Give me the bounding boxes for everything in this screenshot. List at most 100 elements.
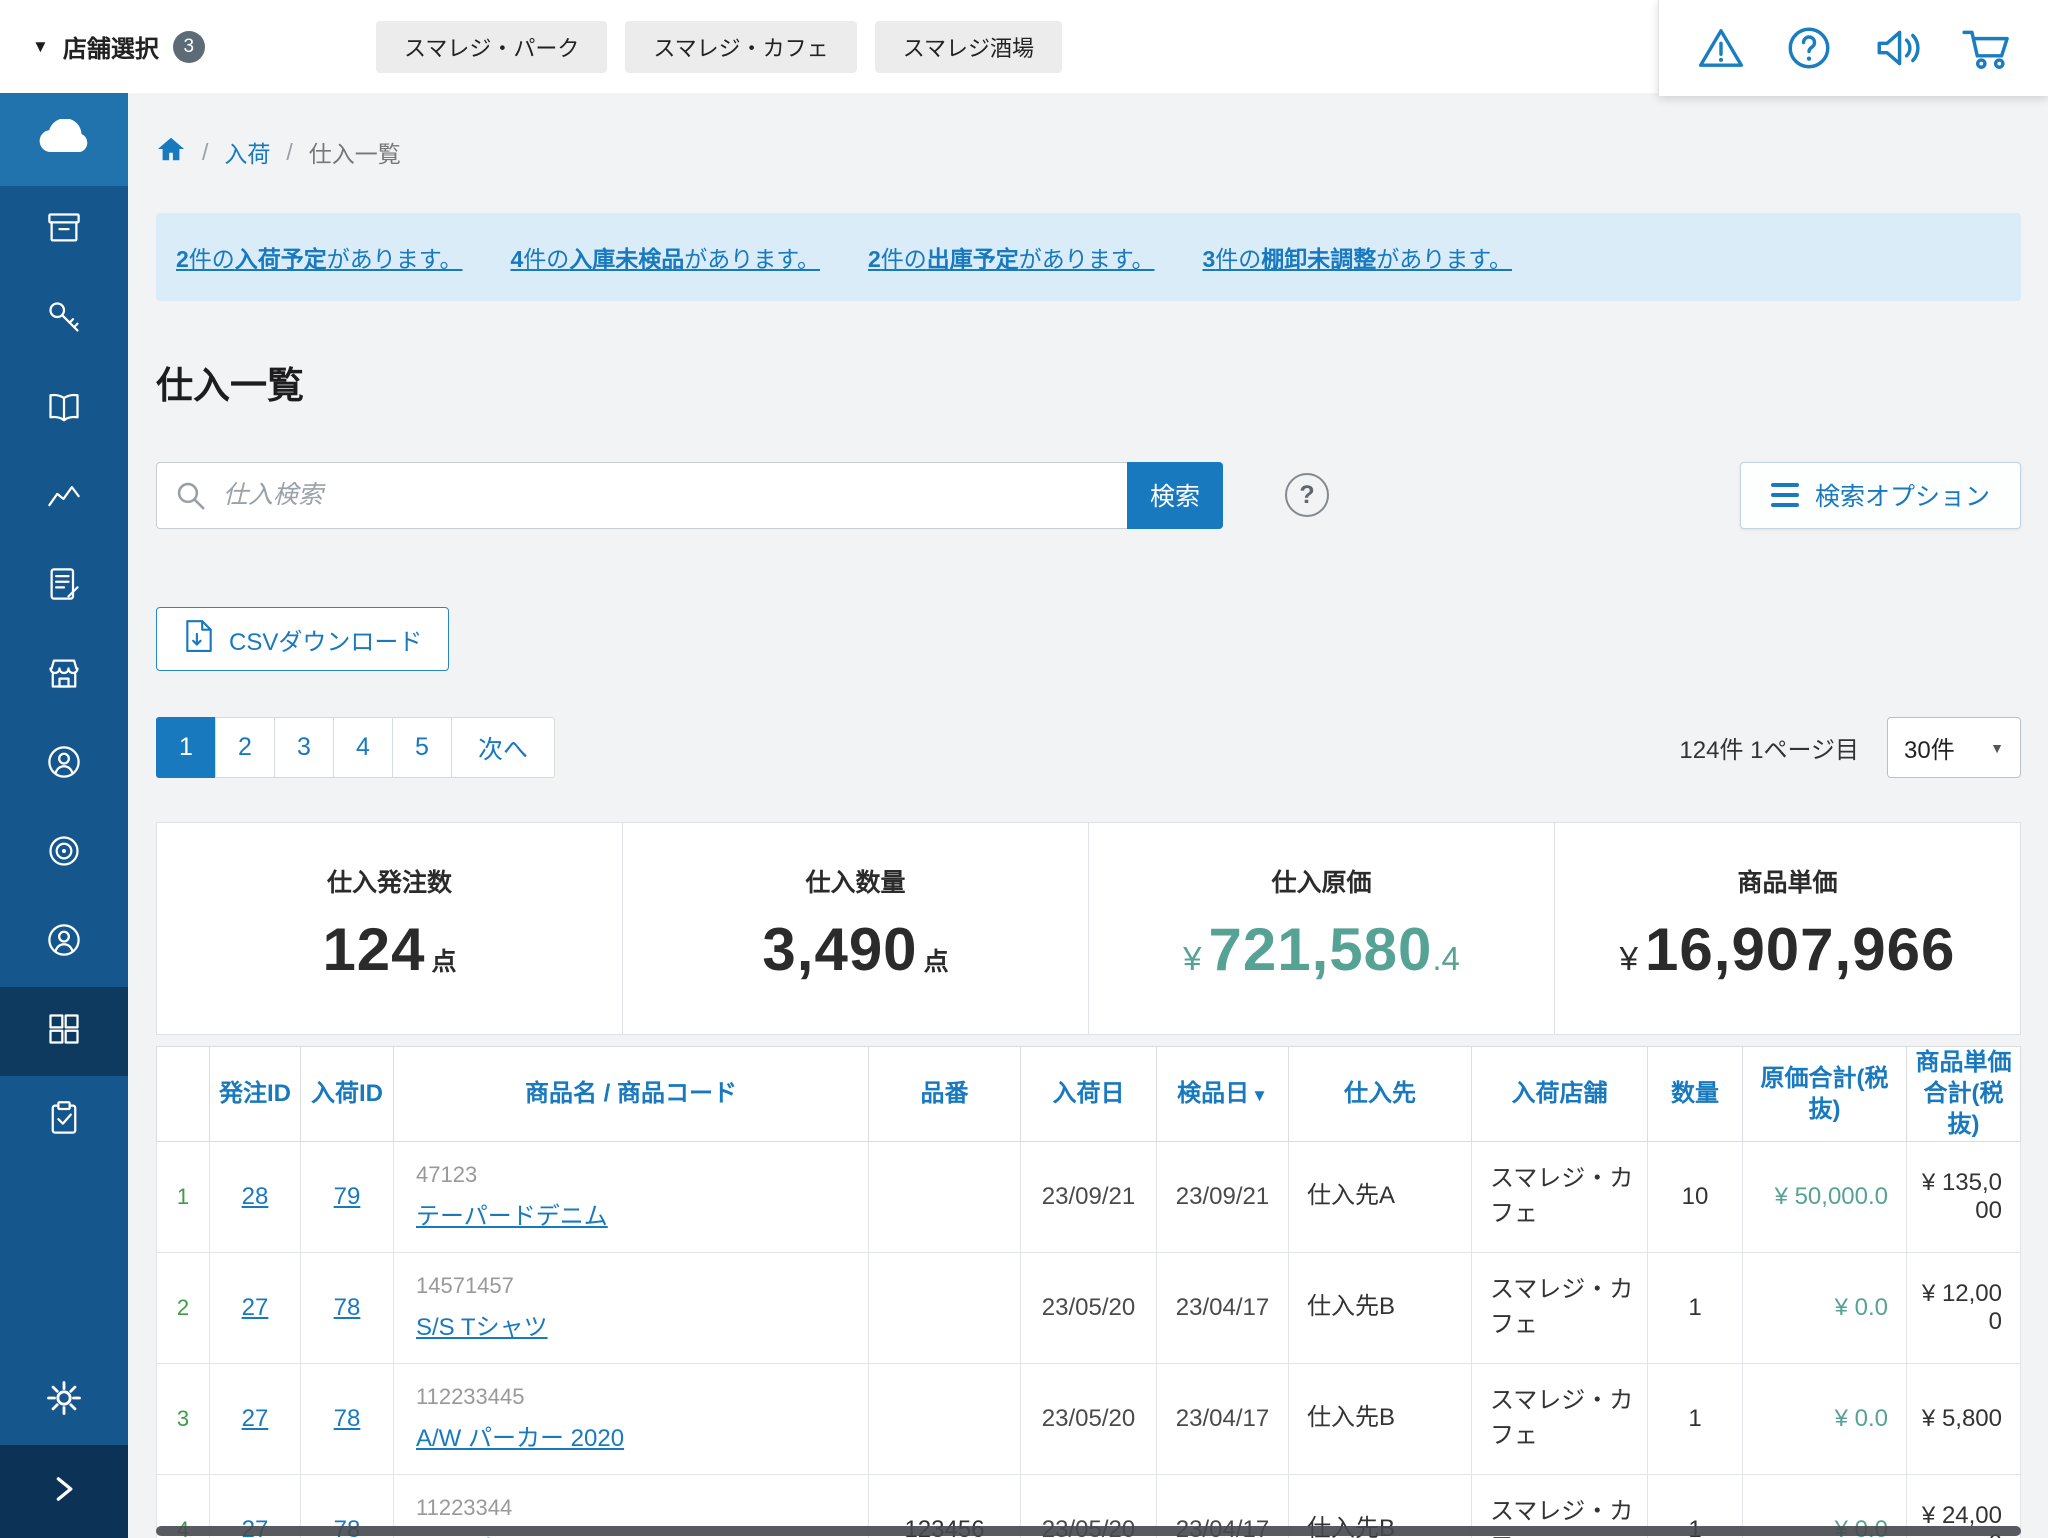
product-name-link[interactable]: A/W パーカー 2020 [416,1425,624,1452]
alert-suffix: があります。 [1376,246,1512,272]
stat-value: 124 [322,915,425,984]
per-page-select[interactable]: 30件 ▼ [1887,717,2021,778]
csv-download-label: CSVダウンロード [229,622,422,657]
breadcrumb-home-link[interactable] [156,135,186,169]
arrival-id-cell: 79 [301,1141,394,1252]
store-select-dropdown[interactable]: ▼ 店舗選択 3 [0,0,330,93]
stat-label: 商品単価 [1737,863,1837,899]
header-inspection-date-label: 検品日 [1177,1080,1249,1107]
search-options-button[interactable]: 検索オプション [1740,462,2021,529]
sidebar-bottom [0,1356,128,1538]
search-input[interactable] [156,462,1127,529]
alert-link-shipping-planned[interactable]: 2件の出庫予定があります。 [868,240,1155,274]
arrival-id-link[interactable]: 79 [334,1183,361,1210]
store-chip[interactable]: スマレジ・カフェ [625,21,856,73]
store-chip[interactable]: スマレジ・パーク [376,21,607,73]
search-submit-button[interactable]: 検索 [1127,462,1223,529]
part-no-cell [869,1141,1021,1252]
order-id-cell: 27 [210,1363,301,1474]
table-row: 1 28 79 47123 テーパードデニム 23/09/21 23/09/21… [157,1141,2021,1252]
sidebar-item-target[interactable] [0,809,128,898]
page-button-4[interactable]: 4 [333,717,393,778]
breadcrumb-link-arrival[interactable]: 入荷 [224,135,270,169]
product-name-link[interactable]: S/S Tシャツ [416,1314,548,1341]
arrival-date-cell: 23/05/20 [1021,1252,1157,1363]
chevron-down-icon: ▼ [1990,740,2004,756]
alert-link-uninspected[interactable]: 4件の入庫未検品があります。 [511,240,821,274]
part-no-cell [869,1363,1021,1474]
inspection-date-cell: 23/04/17 [1157,1252,1289,1363]
breadcrumb: / 入荷 / 仕入一覧 [156,135,2021,169]
sidebar-item-book[interactable] [0,364,128,453]
search-options-label: 検索オプション [1815,477,1990,513]
sidebar-item-analytics[interactable] [0,453,128,542]
alert-icon[interactable] [1694,21,1748,75]
cloud-logo-icon [37,119,91,160]
search-row: 検索 ? 検索オプション [156,461,2021,529]
sidebar-item-staff[interactable] [0,720,128,809]
stat-currency: ¥ [1183,940,1201,978]
cart-icon[interactable] [1959,21,2013,75]
sidebar-item-stocktake[interactable] [0,1076,128,1165]
store-chip[interactable]: スマレジ酒場 [875,21,1062,73]
sidebar-item-store[interactable] [0,631,128,720]
product-code: 11223344 [416,1495,858,1521]
page-button-1[interactable]: 1 [156,717,216,778]
document-icon [46,566,82,607]
topbar: ▼ 店舗選択 3 スマレジ・パーク スマレジ・カフェ スマレジ酒場 [0,0,2048,93]
sidebar-logo[interactable] [0,93,128,186]
line-chart-icon [46,477,82,518]
alert-link-stocktake-unadjusted[interactable]: 3件の棚卸未調整があります。 [1203,240,1513,274]
part-no-cell [869,1252,1021,1363]
alert-suffix: があります。 [327,246,463,272]
table-row: 3 27 78 112233445 A/W パーカー 2020 23/05/20… [157,1363,2021,1474]
file-download-icon [183,619,215,660]
key-icon [46,299,82,340]
arrival-id-link[interactable]: 78 [334,1405,361,1432]
sidebar-item-customers[interactable] [0,898,128,987]
stat-value: 3,490 [762,915,917,984]
row-number: 3 [157,1363,210,1474]
box-icon [46,210,82,251]
arrival-id-cell: 78 [301,1252,394,1363]
alert-unit: 件の [1215,246,1261,272]
purchase-table: 発注ID 入荷ID 商品名 / 商品コード 品番 入荷日 検品日▼ 仕入先 入荷… [156,1046,2021,1538]
stat-unit: 点 [432,942,457,978]
stat-currency: ¥ [1620,940,1638,978]
help-icon[interactable] [1782,21,1836,75]
page-button-3[interactable]: 3 [274,717,334,778]
announcement-icon[interactable] [1871,21,1925,75]
stat-cost: 仕入原価 ¥ 721,580 .4 [1089,823,1555,1034]
supplier-cell: 仕入先A [1289,1141,1472,1252]
order-id-link[interactable]: 27 [242,1405,269,1432]
horizontal-scrollbar[interactable] [156,1526,2021,1536]
product-name-link[interactable]: テーパードデニム [416,1203,608,1230]
arrival-id-link[interactable]: 78 [334,1294,361,1321]
alert-suffix: があります。 [1019,246,1155,272]
order-id-link[interactable]: 28 [242,1183,269,1210]
sidebar-item-orders[interactable] [0,542,128,631]
table-header-row: 発注ID 入荷ID 商品名 / 商品コード 品番 入荷日 検品日▼ 仕入先 入荷… [157,1047,2021,1142]
unit-price-total-cell: ¥ 135,000 [1907,1141,2021,1252]
sidebar-item-key[interactable] [0,275,128,364]
sidebar-item-box[interactable] [0,186,128,275]
alert-suffix: があります。 [684,246,820,272]
csv-download-button[interactable]: CSVダウンロード [156,607,449,671]
page-button-2[interactable]: 2 [215,717,275,778]
alert-unit: 件の [881,246,927,272]
sidebar-item-inventory[interactable] [0,987,128,1076]
page-button-next[interactable]: 次へ [451,717,555,778]
product-code: 112233445 [416,1384,858,1410]
page-button-5[interactable]: 5 [392,717,452,778]
alert-link-arrival-planned[interactable]: 2件の入荷予定があります。 [176,240,463,274]
alert-label: 入荷予定 [235,246,327,272]
sidebar-expand-button[interactable] [0,1445,128,1538]
search-help-icon[interactable]: ? [1285,473,1329,517]
order-id-link[interactable]: 27 [242,1294,269,1321]
sidebar-item-settings[interactable] [0,1356,128,1445]
page-title: 仕入一覧 [156,355,2021,409]
header-inspection-date[interactable]: 検品日▼ [1157,1047,1289,1142]
target-icon [46,833,82,874]
stat-value: 721,580 [1208,915,1432,984]
supplier-cell: 仕入先B [1289,1363,1472,1474]
